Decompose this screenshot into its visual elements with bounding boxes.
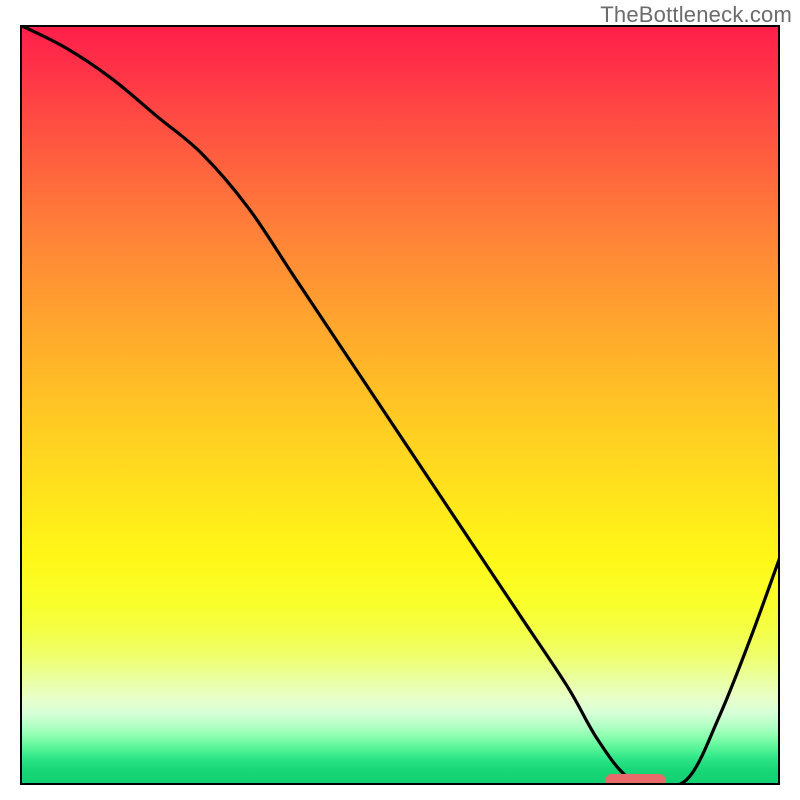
curve-path — [20, 25, 780, 785]
plot-area — [20, 25, 780, 785]
watermark-text: TheBottleneck.com — [600, 2, 792, 28]
chart-container: TheBottleneck.com — [0, 0, 800, 800]
optimal-marker — [605, 774, 666, 785]
bottleneck-curve — [20, 25, 780, 785]
